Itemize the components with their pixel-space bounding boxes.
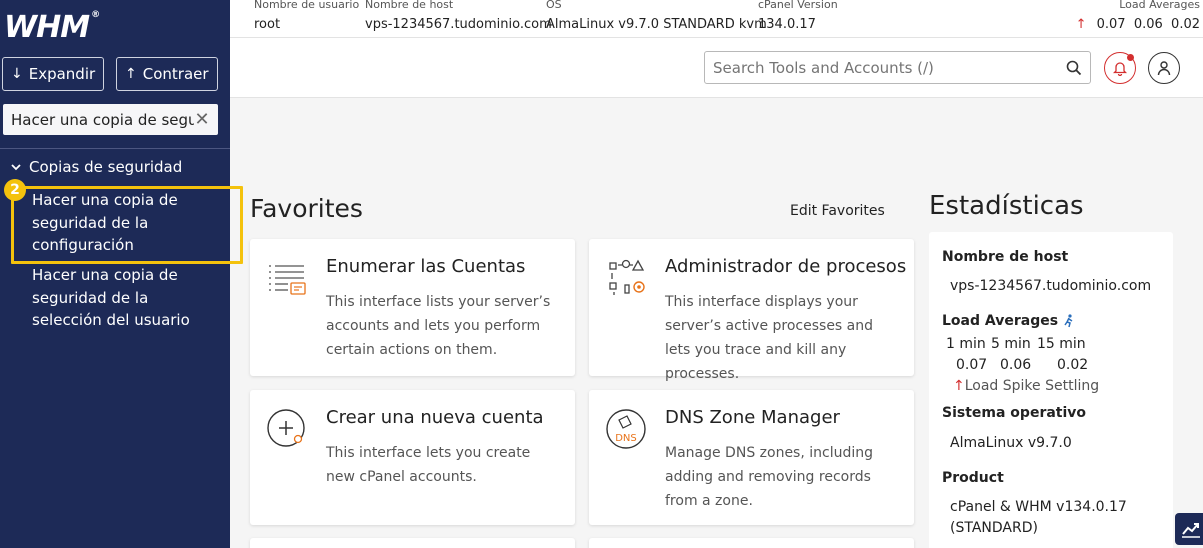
username-value: root — [254, 17, 281, 32]
collapse-label: Contraer — [142, 65, 209, 83]
hostname-label: Nombre de host — [365, 0, 454, 11]
arrow-up-icon: ↑ — [125, 66, 137, 82]
sidebar-divider — [0, 148, 230, 149]
card-title: Administrador de procesos — [665, 256, 907, 277]
user-menu-button[interactable] — [1148, 52, 1180, 84]
edit-favorites-link[interactable]: Edit Favorites — [790, 203, 885, 219]
stats-load-heading-text: Load Averages — [942, 313, 1059, 329]
load-value-5min: 0.06 — [1000, 357, 1032, 373]
stats-os-value: AlmaLinux v9.7.0 — [950, 435, 1072, 451]
favorite-card-dns-zone-manager[interactable]: DNS DNS Zone Manager Manage DNS zones, i… — [589, 390, 914, 525]
logo-text: WHM — [4, 10, 90, 45]
card-title: DNS Zone Manager — [665, 407, 840, 428]
card-description: This interface lets you create new cPane… — [326, 445, 531, 485]
load-spike-status: ↑Load Spike Settling — [953, 378, 1099, 394]
statistics-panel: Nombre de host vps-1234567.tudominio.com… — [929, 232, 1173, 548]
spike-text: Load Spike Settling — [964, 378, 1100, 394]
os-info: OS AlmaLinux v9.7.0 STANDARD kvm — [546, 0, 767, 34]
sidebar: WHM® ↓ Expandir ↑ Contraer ✕ Copias de s… — [0, 0, 230, 548]
load-up-arrow-icon: ↑ — [1075, 17, 1087, 32]
load-averages-values: ↑ 0.07 0.06 0.02 — [1070, 16, 1200, 34]
load-period-1min: 1 min — [946, 336, 986, 352]
load-averages-info: Load Averages ↑ 0.07 0.06 0.02 — [1070, 0, 1200, 34]
card-description: This interface lists your server’s accou… — [326, 294, 551, 358]
load-period-5min: 5 min — [991, 336, 1031, 352]
sidebar-search: ✕ — [3, 104, 218, 135]
bell-icon — [1113, 61, 1127, 76]
process-manager-icon — [609, 259, 645, 295]
stats-os-heading: Sistema operativo — [942, 405, 1087, 421]
load-value-1min: 0.07 — [956, 357, 988, 373]
expand-label: Expandir — [28, 65, 96, 83]
stats-product-value: cPanel & WHM v134.0.17 (STANDARD) — [950, 499, 1127, 536]
cpanel-version-value: 134.0.17 — [758, 17, 816, 32]
favorite-card-partial[interactable] — [250, 538, 575, 548]
load-1min: 0.07 — [1096, 17, 1126, 32]
username-label: Nombre de usuario — [254, 0, 360, 11]
load-period-15min: 15 min — [1037, 336, 1086, 352]
notifications-button[interactable] — [1104, 52, 1136, 84]
whm-logo[interactable]: WHM ® — [4, 10, 100, 45]
dns-icon-text: DNS — [615, 433, 637, 444]
load-15min: 0.02 — [1171, 17, 1200, 32]
chevron-down-icon — [11, 164, 21, 171]
sidebar-search-input[interactable] — [11, 110, 194, 129]
stats-hostname-heading: Nombre de host — [942, 249, 1069, 265]
favorite-card-list-accounts[interactable]: Enumerar las Cuentas This interface list… — [250, 239, 575, 376]
search-icon[interactable] — [1066, 60, 1082, 76]
card-description: Manage DNS zones, including adding and r… — [665, 445, 874, 509]
load-value-15min: 0.02 — [1057, 357, 1089, 373]
card-description: This interface displays your server’s ac… — [665, 294, 874, 382]
statistics-title: Estadísticas — [929, 191, 1084, 221]
tools-search-input[interactable] — [713, 58, 1058, 77]
spike-up-arrow-icon: ↑ — [953, 378, 965, 394]
username-info: Nombre de usuario root — [254, 0, 359, 34]
header-divider — [230, 37, 1203, 38]
list-accounts-icon — [269, 265, 306, 295]
arrow-down-icon: ↓ — [11, 66, 23, 82]
step-badge: 2 — [4, 179, 26, 201]
dns-icon: DNS — [606, 409, 646, 449]
os-label: OS — [546, 0, 562, 11]
sidebar-item-user-selection-backup[interactable]: Hacer una copia de seguridad de la selec… — [32, 264, 222, 332]
favorites-title: Favorites — [250, 194, 363, 223]
hostname-info: Nombre de host vps-1234567.tudominio.com — [365, 0, 552, 34]
os-value: AlmaLinux v9.7.0 STANDARD kvm — [546, 17, 767, 32]
user-icon — [1157, 61, 1171, 76]
sidebar-category-backups[interactable]: Copias de seguridad — [11, 158, 182, 176]
load-averages-label: Load Averages — [1119, 0, 1200, 11]
chart-toggle-button[interactable] — [1175, 513, 1203, 545]
logo-registered-mark: ® — [91, 10, 100, 20]
running-icon — [1064, 314, 1073, 328]
cpanel-version-info: cPanel Version 134.0.17 — [758, 0, 838, 34]
cpanel-version-label: cPanel Version — [758, 0, 838, 11]
notification-dot — [1127, 54, 1134, 61]
favorite-card-partial[interactable] — [589, 538, 914, 548]
tools-search — [704, 51, 1091, 84]
stats-product-heading: Product — [942, 470, 1004, 486]
load-5min: 0.06 — [1133, 17, 1163, 32]
sidebar-category-label: Copias de seguridad — [29, 158, 183, 176]
trend-chart-icon — [1182, 523, 1200, 538]
top-header: Nombre de usuario root Nombre de host vp… — [230, 0, 1203, 98]
stats-hostname-value: vps-1234567.tudominio.com — [950, 278, 1152, 294]
card-title: Enumerar las Cuentas — [326, 256, 526, 277]
create-account-icon — [267, 409, 305, 447]
clear-search-icon[interactable]: ✕ — [194, 109, 210, 130]
favorite-card-create-account[interactable]: Crear una nueva cuenta This interface le… — [250, 390, 575, 525]
card-title: Crear una nueva cuenta — [326, 407, 544, 428]
stats-load-heading: Load Averages — [942, 313, 1074, 329]
hostname-value: vps-1234567.tudominio.com — [365, 17, 552, 32]
highlight-box — [11, 186, 243, 264]
collapse-button[interactable]: ↑ Contraer — [116, 57, 218, 91]
favorite-card-process-manager[interactable]: Administrador de procesos This interface… — [589, 239, 914, 382]
expand-button[interactable]: ↓ Expandir — [2, 57, 104, 91]
